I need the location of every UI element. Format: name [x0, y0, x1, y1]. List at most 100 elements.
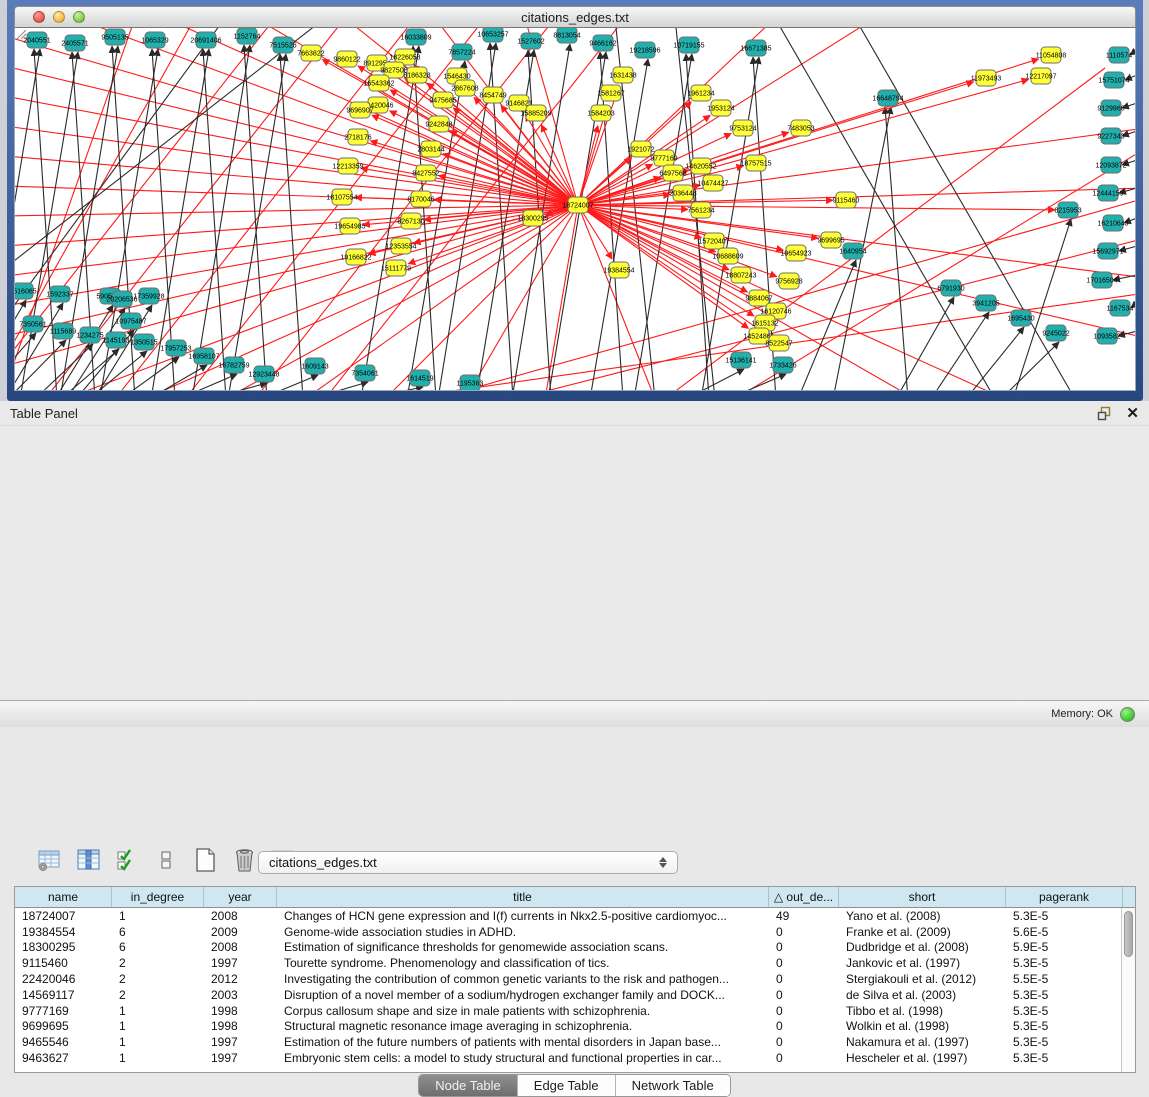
- table-row[interactable]: 2242004622012Investigating the contribut…: [15, 971, 1121, 987]
- graph-node[interactable]: 1581267: [597, 85, 624, 101]
- graph-node[interactable]: 1527602: [517, 33, 544, 49]
- table-scrollbar[interactable]: [1121, 908, 1135, 1072]
- delete-rows-button[interactable]: [231, 846, 257, 874]
- graph-node[interactable]: 9245022: [1042, 325, 1069, 341]
- graph-node[interactable]: 7857224: [448, 44, 475, 60]
- graph-node[interactable]: 8454749: [479, 87, 506, 103]
- graph-node[interactable]: 15720407: [698, 233, 729, 249]
- table-selector-dropdown[interactable]: citations_edges.txt: [258, 851, 678, 874]
- graph-node[interactable]: 19166822: [340, 249, 371, 265]
- graph-node[interactable]: 20691406: [190, 32, 221, 48]
- graph-node[interactable]: 1167534: [1107, 300, 1134, 316]
- graph-node[interactable]: 2036448: [669, 185, 696, 201]
- graph-node[interactable]: 2867608: [451, 80, 478, 96]
- graph-node[interactable]: 19384554: [603, 262, 634, 278]
- graph-node[interactable]: 10653257: [477, 28, 508, 42]
- graph-node[interactable]: 1110574: [1106, 47, 1132, 63]
- table-row[interactable]: 1938455462009Genome-wide association stu…: [15, 924, 1121, 940]
- graph-node[interactable]: 15751074: [1098, 72, 1129, 88]
- graph-node[interactable]: 8267130: [397, 213, 424, 229]
- graph-node[interactable]: 1195363: [457, 375, 484, 390]
- table-row[interactable]: 946554611997Estimation of the future num…: [15, 1034, 1121, 1050]
- graph-node[interactable]: 17957253: [160, 340, 191, 356]
- tab-node-table[interactable]: Node Table: [419, 1075, 518, 1096]
- graph-node[interactable]: 9227343: [1097, 128, 1124, 144]
- column-header-title[interactable]: title: [277, 887, 769, 907]
- graph-node[interactable]: 9756928: [775, 273, 802, 289]
- memory-ok-indicator[interactable]: [1120, 707, 1135, 722]
- network-window[interactable]: citations_edges.txt 20405512405571950513…: [7, 0, 1143, 401]
- graph-node[interactable]: 2405571: [61, 35, 88, 51]
- table-row[interactable]: 1456911722003Disruption of a novel membe…: [15, 987, 1121, 1003]
- graph-node[interactable]: 8186328: [403, 67, 430, 83]
- tab-edge-table[interactable]: Edge Table: [518, 1075, 616, 1096]
- graph-node[interactable]: 2718176: [344, 129, 371, 145]
- graph-node[interactable]: 12923448: [248, 366, 279, 382]
- graph-node[interactable]: 1093582: [1093, 328, 1120, 344]
- graph-node[interactable]: 9466162: [589, 35, 616, 51]
- table-mode-button[interactable]: [36, 846, 62, 874]
- graph-node[interactable]: 1145193: [103, 332, 130, 348]
- minimize-window-icon[interactable]: [53, 11, 65, 23]
- graph-node[interactable]: 12444159: [1092, 185, 1123, 201]
- graph-node[interactable]: 12093872: [1095, 157, 1126, 173]
- graph-node[interactable]: 18757515: [740, 155, 771, 171]
- graph-node[interactable]: 17016504: [1086, 272, 1117, 288]
- graph-node[interactable]: 7350561: [19, 316, 46, 332]
- graph-node[interactable]: 2040551: [23, 32, 50, 48]
- graph-node[interactable]: 18807243: [725, 267, 756, 283]
- graph-node[interactable]: 9505135: [101, 29, 128, 45]
- show-columns-button[interactable]: [114, 846, 140, 874]
- table-row[interactable]: 969969511998Structural magnetic resonanc…: [15, 1019, 1121, 1035]
- graph-node[interactable]: 15136141: [725, 352, 756, 368]
- graph-node[interactable]: 8522547: [765, 335, 792, 351]
- graph-node[interactable]: 6497568: [659, 165, 686, 181]
- table-row[interactable]: 911546021997Tourette syndrome. Phenomeno…: [15, 955, 1121, 971]
- graph-node[interactable]: 16671385: [740, 40, 771, 56]
- graph-node[interactable]: 1115689: [50, 323, 76, 339]
- graph-node[interactable]: 1065329: [141, 32, 168, 48]
- graph-node[interactable]: 1961234: [687, 85, 714, 101]
- graph-node[interactable]: 6791930: [937, 280, 964, 296]
- graph-node[interactable]: 3941205: [972, 295, 999, 311]
- graph-node[interactable]: 7483053: [787, 120, 814, 136]
- network-canvas[interactable]: 2040551240557195051351065329206914061152…: [14, 28, 1136, 391]
- close-window-icon[interactable]: [33, 11, 45, 23]
- resize-grip-icon[interactable]: [15, 28, 27, 40]
- tab-network-table[interactable]: Network Table: [616, 1075, 730, 1096]
- new-table-button[interactable]: [192, 846, 218, 874]
- graph-node[interactable]: 12217097: [1025, 68, 1056, 84]
- graph-node[interactable]: 1733426: [769, 357, 796, 373]
- graph-node[interactable]: 9696907: [346, 102, 373, 118]
- graph-node[interactable]: 8215953: [1054, 202, 1081, 218]
- graph-node[interactable]: 9777169: [650, 150, 677, 166]
- graph-node[interactable]: 9129966: [1097, 100, 1124, 116]
- graph-node[interactable]: 9475685: [429, 92, 456, 108]
- scrollbar-thumb[interactable]: [1124, 911, 1133, 957]
- graph-node[interactable]: 19218596: [629, 42, 660, 58]
- graph-node[interactable]: 1592337: [46, 286, 73, 302]
- graph-node[interactable]: 1584203: [587, 105, 614, 121]
- graph-node[interactable]: 1614519: [406, 370, 433, 386]
- graph-node[interactable]: 7663822: [297, 45, 324, 61]
- graph-node[interactable]: 9860122: [333, 51, 360, 67]
- zoom-window-icon[interactable]: [73, 11, 85, 23]
- graph-node[interactable]: 9242848: [425, 116, 452, 132]
- graph-node[interactable]: 1695430: [1007, 310, 1034, 326]
- table-row[interactable]: 1830029562008Estimation of significance …: [15, 940, 1121, 956]
- graph-node[interactable]: 18107554: [326, 189, 357, 205]
- graph-node[interactable]: 9115460: [833, 192, 860, 208]
- graph-node[interactable]: 8170046: [407, 191, 434, 207]
- graph-node[interactable]: 16210643: [1097, 215, 1128, 231]
- graph-node[interactable]: 10688609: [712, 248, 743, 264]
- graph-node[interactable]: 2803144: [417, 141, 444, 157]
- graph-node[interactable]: 1640954: [839, 243, 866, 259]
- column-header-year[interactable]: year: [204, 887, 277, 907]
- graph-node[interactable]: 1953124: [707, 100, 734, 116]
- column-header-short[interactable]: short: [839, 887, 1006, 907]
- graph-node[interactable]: 9753124: [729, 120, 756, 136]
- graph-node[interactable]: 8427552: [412, 165, 439, 181]
- select-column-button[interactable]: [75, 846, 101, 874]
- graph-node[interactable]: 17359928: [133, 288, 164, 304]
- graph-node[interactable]: 9699695: [817, 232, 844, 248]
